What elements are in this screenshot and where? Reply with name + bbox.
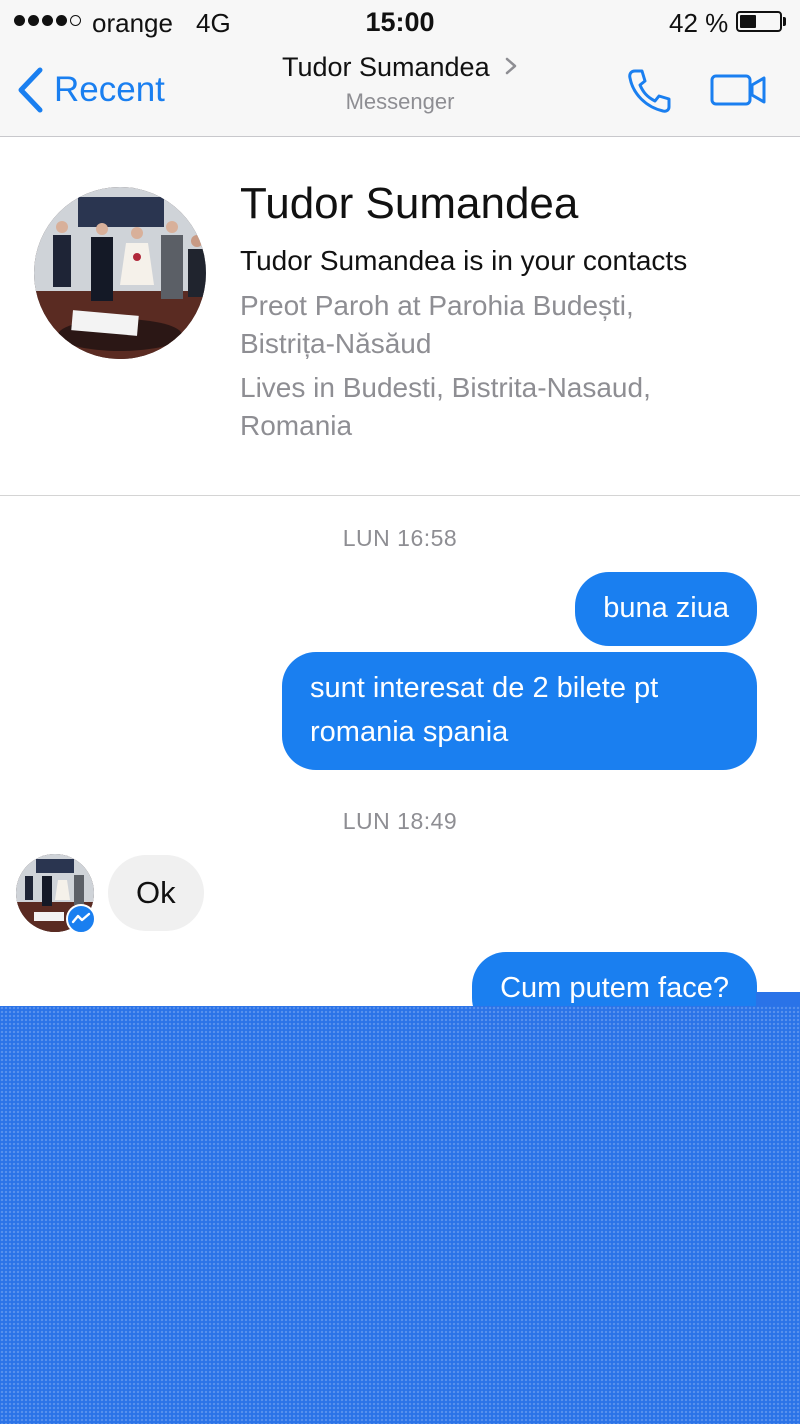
conversation-title-button[interactable]: Tudor Sumandea Messenger [200, 52, 600, 115]
incoming-message[interactable]: Ok [108, 855, 204, 931]
outgoing-message[interactable]: buna ziua [575, 572, 757, 646]
chevron-left-icon [18, 67, 43, 113]
battery-tip [783, 17, 786, 26]
contact-avatar[interactable] [34, 187, 206, 359]
navigation-bar: Recent Tudor Sumandea Messenger [0, 44, 800, 137]
battery-icon [736, 11, 782, 32]
work-info: Preot Paroh at Parohia Budești, Bistrița… [240, 287, 780, 363]
redaction-overlay [0, 1006, 800, 1424]
contacts-status: Tudor Sumandea is in your contacts [240, 245, 688, 276]
message-text: buna ziua [603, 592, 729, 624]
back-label: Recent [54, 70, 165, 109]
message-text-line: sunt interesat de 2 bilete pt [310, 672, 659, 704]
location-line: Romania [240, 410, 353, 441]
battery-percent: 42 % [669, 8, 729, 38]
contact-name: Tudor Sumandea [240, 179, 579, 228]
work-line: Bistrița-Năsăud [240, 328, 432, 359]
message-text: Ok [136, 875, 176, 910]
phone-icon[interactable] [622, 66, 674, 114]
outgoing-message[interactable]: sunt interesat de 2 bilete pt romania sp… [282, 652, 757, 770]
status-bar: orange 4G 15:00 42 % [0, 0, 800, 44]
work-line: Preot Paroh at Parohia Budești, [240, 290, 634, 321]
location-line: Lives in Budesti, Bistrita-Nasaud, [240, 372, 651, 403]
battery-level-fill [740, 15, 756, 28]
message-timestamp: LUN 16:58 [342, 525, 458, 551]
video-camera-icon[interactable] [708, 71, 768, 109]
contact-info: Tudor Sumandea Tudor Sumandea is in your… [240, 175, 780, 445]
messenger-icon [66, 904, 96, 934]
contact-profile-header: Tudor Sumandea Tudor Sumandea is in your… [0, 137, 800, 496]
message-text: Cum putem face? [500, 972, 729, 1004]
location-info: Lives in Budesti, Bistrita-Nasaud, Roman… [240, 369, 780, 445]
conversation-title: Tudor Sumandea [281, 52, 490, 82]
message-timestamp: LUN 18:49 [342, 808, 458, 834]
back-button[interactable]: Recent [14, 64, 165, 116]
contact-avatar-photo [34, 187, 206, 359]
conversation-subtitle: Messenger [345, 89, 455, 114]
chevron-right-icon [505, 57, 517, 75]
message-text-line: romania spania [310, 716, 509, 748]
